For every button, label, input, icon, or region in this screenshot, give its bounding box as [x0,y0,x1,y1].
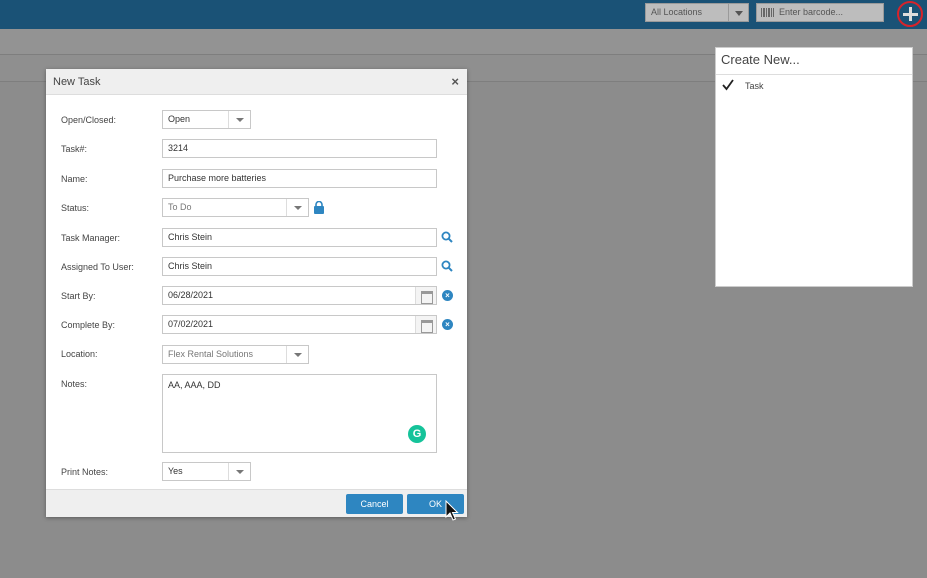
status-label: Status: [61,203,90,213]
cancel-button[interactable]: Cancel [346,494,403,514]
checkmark-icon [722,79,734,91]
barcode-placeholder: Enter barcode... [779,7,844,17]
location-select[interactable]: Flex Rental Solutions [162,345,309,364]
dialog-title: New Task [53,76,101,88]
chevron-down-icon [286,346,308,363]
status-select[interactable]: To Do [162,198,309,217]
barcode-input[interactable]: Enter barcode... [756,3,884,22]
start-by-value: 06/28/2021 [168,290,214,300]
create-new-title: Create New... [716,48,912,75]
barcode-icon [761,8,774,17]
task-manager-input[interactable]: Chris Stein [162,228,437,247]
name-label: Name: [61,174,88,184]
location-filter-select[interactable]: All Locations [645,3,749,22]
complete-by-value: 07/02/2021 [168,319,214,329]
location-label: Location: [61,349,98,359]
task-number-input[interactable]: 3214 [162,139,437,158]
create-new-panel: Create New... Task [715,47,913,287]
assigned-to-user-input[interactable]: Chris Stein [162,257,437,276]
task-number-label: Task#: [61,144,88,154]
location-filter-value: All Locations [651,7,703,17]
dialog-footer: Cancel OK [46,489,467,517]
grammarly-icon[interactable]: G [408,425,426,443]
top-bar: All Locations Enter barcode... [0,0,927,29]
lock-icon[interactable] [313,201,325,214]
calendar-icon[interactable] [415,287,436,304]
start-by-label: Start By: [61,291,96,301]
create-new-plus-button[interactable] [897,1,923,27]
create-new-task-label: Task [745,81,764,91]
name-input[interactable]: Purchase more batteries [162,169,437,188]
location-value: Flex Rental Solutions [168,349,254,359]
chevron-down-icon [228,463,250,480]
clear-icon[interactable]: × [442,290,453,301]
chevron-down-icon [728,4,748,21]
notes-textarea[interactable]: AA, AAA, DD G [162,374,437,453]
complete-by-date-input[interactable]: 07/02/2021 [162,315,437,334]
start-by-date-input[interactable]: 06/28/2021 [162,286,437,305]
notes-label: Notes: [61,379,88,389]
complete-by-label: Complete By: [61,320,116,330]
clear-icon[interactable]: × [442,319,453,330]
open-closed-label: Open/Closed: [61,115,117,125]
close-icon[interactable]: × [451,74,459,89]
search-icon[interactable] [441,260,453,272]
chevron-down-icon [228,111,250,128]
open-closed-select[interactable]: Open [162,110,251,129]
assigned-to-user-label: Assigned To User: [61,262,134,272]
print-notes-value: Yes [168,466,183,476]
status-value: To Do [168,202,192,212]
search-icon[interactable] [441,231,453,243]
notes-value: AA, AAA, DD [168,380,221,390]
new-task-dialog: New Task × Open/Closed: Open Task#: 3214… [46,69,467,517]
mouse-cursor-icon [445,500,459,521]
open-closed-value: Open [168,114,191,124]
calendar-icon[interactable] [415,316,436,333]
dialog-header: New Task × [46,69,467,95]
task-manager-label: Task Manager: [61,233,121,243]
print-notes-label: Print Notes: [61,467,109,477]
chevron-down-icon [286,199,308,216]
print-notes-select[interactable]: Yes [162,462,251,481]
